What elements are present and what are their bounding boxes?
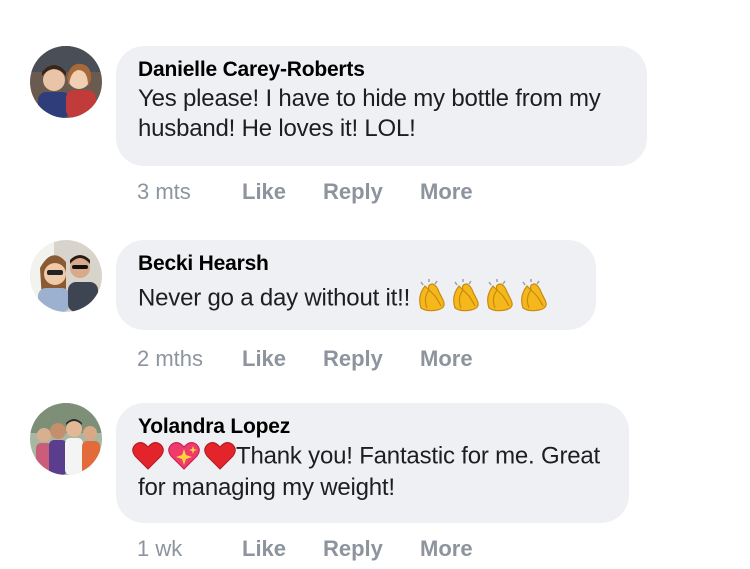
comment-timestamp[interactable]: 3 mts	[137, 178, 191, 206]
comment-timestamp[interactable]: 2 mths	[137, 345, 203, 373]
reply-button[interactable]: Reply	[323, 345, 383, 373]
comment-bubble: Yolandra Lopez Thank you! Fantastic for …	[116, 403, 629, 523]
like-button[interactable]: Like	[242, 178, 286, 206]
more-button[interactable]: More	[420, 535, 473, 563]
profile-photo-icon	[30, 403, 102, 475]
reply-button[interactable]: Reply	[323, 535, 383, 563]
comment-author[interactable]: Becki Hearsh	[138, 250, 574, 278]
more-button[interactable]: More	[420, 345, 473, 373]
avatar[interactable]	[30, 403, 102, 475]
profile-photo-icon	[30, 240, 102, 312]
heart-emoji-icon	[132, 442, 236, 470]
like-button[interactable]: Like	[242, 345, 286, 373]
comment-text: Thank you! Fantastic for me. Great for m…	[132, 441, 607, 503]
comment-text: Yes please! I have to hide my bottle fro…	[138, 85, 601, 142]
reply-button[interactable]: Reply	[323, 178, 383, 206]
clapping-hands-icon	[418, 278, 547, 312]
comment-bubble: Danielle Carey-Roberts Yes please! I hav…	[116, 46, 647, 166]
emoji-row	[132, 441, 236, 473]
like-button[interactable]: Like	[242, 535, 286, 563]
profile-photo-icon	[30, 46, 102, 118]
comment-text: Never go a day without it!!	[138, 278, 574, 320]
avatar[interactable]	[30, 46, 102, 118]
comment-timestamp[interactable]: 1 wk	[137, 535, 182, 563]
comment-text-body: Never go a day without it!!	[138, 284, 411, 312]
comment-bubble: Becki Hearsh Never go a day without it!!	[116, 240, 596, 330]
comment-author[interactable]: Danielle Carey-Roberts	[138, 56, 625, 84]
avatar[interactable]	[30, 240, 102, 312]
more-button[interactable]: More	[420, 178, 473, 206]
emoji-row	[417, 278, 557, 320]
comment-author[interactable]: Yolandra Lopez	[138, 413, 607, 441]
